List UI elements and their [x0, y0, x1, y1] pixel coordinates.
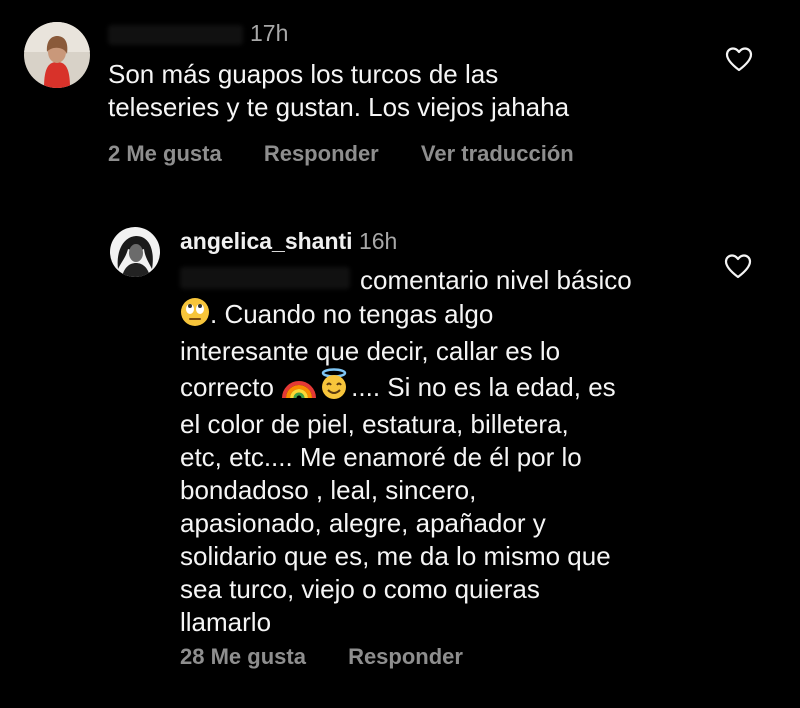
- comment-text: comentario nivel básico . Cuando no teng…: [180, 264, 632, 639]
- timestamp: 17h: [250, 20, 289, 46]
- comment-header: 17h: [250, 20, 288, 47]
- hidden-username: [108, 25, 243, 45]
- comment-line: solidario que es, me da lo mismo que: [180, 541, 611, 571]
- comment-actions: 2 Me gusta Responder Ver traducción: [108, 141, 610, 167]
- comment-line: bondadoso , leal, sincero,: [180, 475, 477, 505]
- comment-line: comentario nivel básico: [180, 264, 632, 297]
- comment-line: interesante que decir, callar es lo: [180, 336, 561, 366]
- comment-header: angelica_shanti 16h: [180, 228, 397, 255]
- comment-1: 17h Son más guapos los turcos de las tel…: [0, 0, 800, 190]
- likes-count[interactable]: 2 Me gusta: [108, 141, 222, 166]
- translate-button[interactable]: Ver traducción: [421, 141, 574, 166]
- comment-line-text: correcto: [180, 372, 274, 402]
- comment-actions: 28 Me gusta Responder: [180, 644, 499, 670]
- avatar[interactable]: [24, 22, 90, 88]
- face-with-rolling-eyes-emoji: [180, 297, 210, 335]
- comment-line-text: .... Si no es la edad, es: [351, 372, 616, 402]
- comment-line: apasionado, alegre, apañador y: [180, 508, 546, 538]
- comment-line: . Cuando no tengas algo: [180, 297, 632, 335]
- comment-line: etc, etc.... Me enamoré de él por lo: [180, 442, 582, 472]
- comment-line: teleseries y te gustan. Los viejos jahah…: [108, 92, 570, 122]
- rainbow-emoji: [281, 370, 317, 408]
- comment-2: angelica_shanti 16h comentario nivel bás…: [0, 215, 800, 695]
- heart-outline-icon[interactable]: [725, 46, 753, 72]
- avatar[interactable]: [110, 227, 160, 277]
- comment-line-text: . Cuando no tengas algo: [210, 299, 494, 329]
- comment-line: sea turco, viejo o como quieras: [180, 574, 540, 604]
- comment-line: llamarlo: [180, 607, 272, 637]
- reply-button[interactable]: Responder: [348, 644, 463, 669]
- smiling-face-with-halo-emoji: [317, 368, 351, 408]
- username[interactable]: angelica_shanti: [180, 228, 353, 254]
- comment-line: el color de piel, estatura, billetera,: [180, 409, 569, 439]
- likes-count[interactable]: 28 Me gusta: [180, 644, 306, 669]
- heart-outline-icon[interactable]: [724, 253, 752, 279]
- timestamp: 16h: [358, 228, 398, 254]
- comment-line-text: comentario nivel básico: [360, 265, 632, 295]
- reply-button[interactable]: Responder: [264, 141, 379, 166]
- comment-line: Son más guapos los turcos de las: [108, 59, 499, 89]
- comment-text: Son más guapos los turcos de las teleser…: [108, 58, 569, 124]
- comment-line: correcto .... Si no es la edad, es: [180, 368, 632, 408]
